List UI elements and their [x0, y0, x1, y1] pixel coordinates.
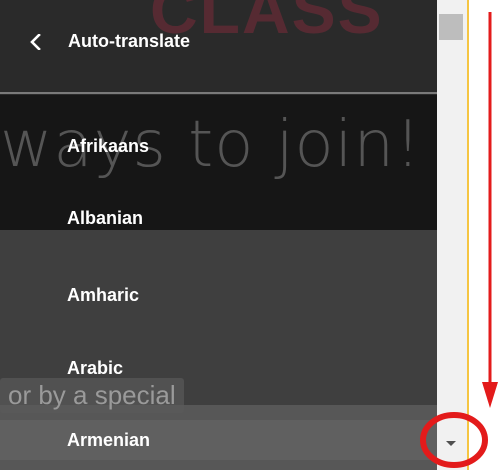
menu-divider: [0, 92, 437, 94]
language-label: Arabic: [67, 358, 124, 378]
language-option-amharic[interactable]: Amharic: [0, 275, 437, 315]
chevron-left-icon[interactable]: [28, 34, 44, 50]
language-option-afrikaans[interactable]: Afrikaans: [0, 126, 437, 166]
language-option-armenian[interactable]: Armenian: [0, 420, 437, 460]
red-down-arrow-annotation: [482, 12, 498, 408]
menu-header: Auto-translate: [0, 12, 437, 72]
language-label: Albanian: [67, 208, 144, 228]
language-label: Amharic: [67, 285, 140, 305]
language-option-albanian[interactable]: Albanian: [0, 198, 437, 238]
auto-translate-title: Auto-translate: [68, 31, 191, 51]
language-label: Armenian: [67, 430, 151, 450]
red-circle-annotation: [420, 412, 488, 468]
language-option-arabic[interactable]: Arabic: [0, 348, 437, 388]
scrollbar-thumb[interactable]: [439, 14, 463, 40]
language-label: Afrikaans: [67, 136, 150, 156]
